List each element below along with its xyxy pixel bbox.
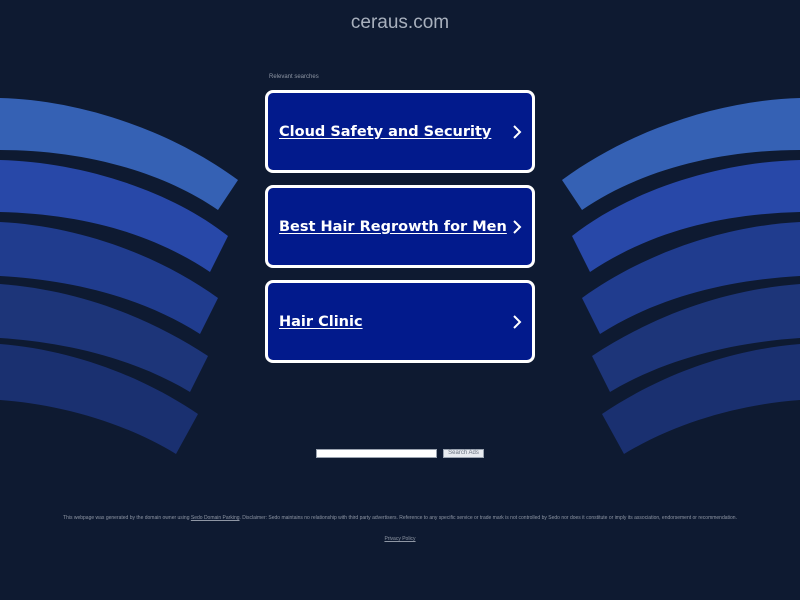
disclaimer-text-after: . Disclaimer: Sedo maintains no relation… — [239, 515, 737, 521]
chevron-right-icon — [513, 314, 522, 329]
relevant-searches-label: Relevant searches — [269, 74, 319, 80]
search-input[interactable] — [316, 449, 437, 458]
related-links-list: Cloud Safety and Security Best Hair Regr… — [265, 90, 535, 375]
privacy-policy-link[interactable]: Privacy Policy — [384, 536, 415, 542]
right-waves — [562, 98, 800, 454]
sedo-parking-link[interactable]: Sedo Domain Parking — [191, 515, 240, 521]
search-ads-button[interactable]: Search Ads — [443, 449, 484, 458]
related-link-card[interactable]: Hair Clinic — [265, 280, 535, 363]
left-waves — [0, 98, 238, 454]
parked-domain-page: ceraus.com Relevant searches Cloud Safet… — [0, 0, 800, 600]
disclaimer-text-before: This webpage was generated by the domain… — [63, 515, 191, 521]
domain-title: ceraus.com — [350, 12, 450, 33]
chevron-right-icon — [513, 219, 522, 234]
footer-disclaimer: This webpage was generated by the domain… — [40, 515, 760, 521]
related-link-card[interactable]: Best Hair Regrowth for Men — [265, 185, 535, 268]
privacy-policy-container: Privacy Policy — [0, 536, 800, 542]
related-link-card[interactable]: Cloud Safety and Security — [265, 90, 535, 173]
related-link-text[interactable]: Best Hair Regrowth for Men — [279, 219, 507, 235]
related-link-text[interactable]: Cloud Safety and Security — [279, 124, 491, 140]
related-link-text[interactable]: Hair Clinic — [279, 314, 363, 330]
chevron-right-icon — [513, 124, 522, 139]
search-form: Search Ads — [316, 449, 484, 458]
